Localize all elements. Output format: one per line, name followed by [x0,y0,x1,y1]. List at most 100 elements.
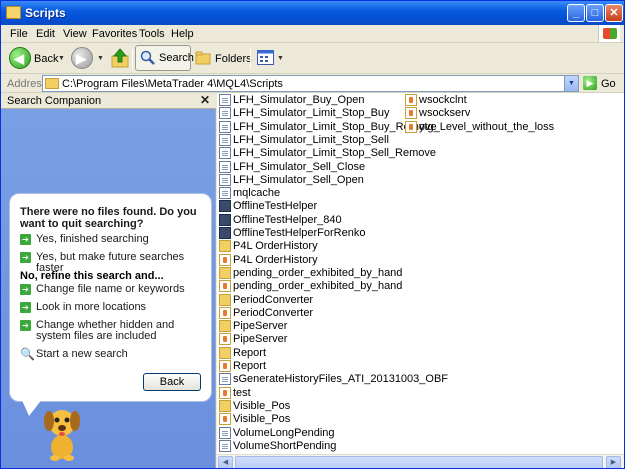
mq4-icon [219,386,231,399]
file-name: VolumeShortPending [233,439,337,452]
menu-help[interactable]: Help [171,28,194,40]
file-name: pending_order_exhibited_by_hand [233,280,403,293]
mq4-icon [405,107,417,120]
scroll-right-button[interactable]: ▶ [606,456,621,468]
views-button[interactable]: ▼ [257,47,285,71]
menu-tools[interactable]: Tools [139,28,165,40]
arrow-right-icon: ➔ [20,284,31,295]
doc-icon [219,373,231,386]
no-files-message: There were no files found. Do you want t… [20,206,197,230]
exe-icon [219,227,231,239]
pane-header: Search Companion ✕ [1,93,216,109]
toolbar-separator [132,49,133,69]
mq4-icon [405,94,417,106]
doc-icon [219,426,231,439]
exe-icon [219,200,231,213]
address-path: C:\Program Files\MetaTrader 4\MQL4\Scrip… [62,78,283,90]
pane-title: Search Companion [7,95,102,107]
back-button[interactable]: ◀ Back ▼ [9,47,67,71]
scroll-left-button[interactable]: ◀ [218,456,233,468]
scroll-thumb[interactable] [235,456,603,468]
file-name: Visible_Pos [233,399,291,412]
search-result-bubble: There were no files found. Do you want t… [9,193,212,402]
up-folder-icon [111,48,129,68]
mq4-icon [219,333,231,346]
doc-icon [219,160,231,173]
mq4-icon [219,253,231,266]
window-title: Scripts [25,6,66,20]
exe-icon [219,213,231,226]
doc-icon [219,439,231,452]
file-name: LFH_Simulator_Limit_Stop_Buy [233,107,390,120]
close-icon[interactable]: ✕ [200,93,210,107]
doc-icon [219,187,231,200]
file-name: OfflineTestHelper [233,200,318,213]
chevron-down-icon[interactable]: ▼ [277,55,284,62]
file-name: PipeServer [233,320,288,333]
chevron-down-icon[interactable]: ▼ [97,55,104,62]
file-name: test [233,386,251,399]
horizontal-scrollbar[interactable]: ◀ ▶ [217,454,624,468]
address-dropdown-button[interactable]: ▼ [564,76,578,91]
close-button[interactable]: ✕ [605,4,623,22]
magnifier-icon [140,50,155,65]
arrow-right-icon: ➔ [20,252,31,263]
file-name: wsockserv [419,107,471,120]
doc-icon [219,120,231,133]
file-name: LFH_Simulator_Limit_Stop_Sell [233,133,389,146]
mq4-icon [219,413,231,426]
search-label: Search [159,52,194,64]
file-name: P4L OrderHistory [233,240,318,253]
folder-icon [219,320,231,333]
address-bar: Address C:\Program Files\MetaTrader 4\MQ… [1,74,624,93]
file-name: VolumeLongPending [233,426,335,439]
title-bar[interactable]: Scripts _ □ ✕ [1,1,624,25]
folders-label: Folders [215,53,252,65]
windows-flag-icon [603,28,617,39]
maximize-button[interactable]: □ [586,4,604,22]
folders-button[interactable]: Folders [195,47,252,71]
address-input[interactable]: C:\Program Files\MetaTrader 4\MQL4\Scrip… [42,75,579,92]
menu-file[interactable]: File [10,28,28,40]
back-arrow-icon: ◀ [9,47,31,69]
doc-icon [219,94,231,106]
menu-view[interactable]: View [63,28,87,40]
folder-icon [219,346,231,359]
search-companion-pane: Search Companion ✕ There were no files f… [1,93,216,468]
file-name: LFH_Simulator_Buy_Open [233,94,365,106]
forward-arrow-icon: ▶ [71,47,93,69]
toolbar: ◀ Back ▼ ▶ ▼ Search Folders ▼ [1,44,624,74]
go-button[interactable]: Go [601,78,616,90]
doc-icon [219,173,231,186]
minimize-button[interactable]: _ [567,4,585,22]
mq4-icon [219,280,231,293]
forward-button[interactable]: ▶ ▼ [71,47,105,71]
file-name: P4L OrderHistory [233,253,318,266]
refine-heading: No, refine this search and... [20,270,164,282]
file-name: ytg_Level_without_the_loss [419,120,555,133]
mq4-icon [405,120,417,133]
file-name: LFH_Simulator_Sell_Open [233,173,364,186]
go-arrow-icon[interactable]: ▶ [583,76,597,90]
option-label: Yes, finished searching [36,233,149,245]
menu-bar: File Edit View Favorites Tools Help [1,25,624,43]
file-name: PipeServer [233,333,288,346]
arrow-right-icon: ➔ [20,234,31,245]
folder-icon [45,78,59,89]
chevron-down-icon[interactable]: ▼ [58,55,65,62]
file-name: PeriodConverter [233,293,314,306]
magnifier-icon: 🔍 [20,347,35,361]
file-list: LFH_Simulator_Buy_Open LFH_Simulator_Limi… [217,93,624,468]
companion-back-button[interactable]: Back [143,373,201,391]
folder-icon [219,399,231,412]
menu-edit[interactable]: Edit [36,28,55,40]
folder-icon [6,6,21,19]
menu-favorites[interactable]: Favorites [92,28,137,40]
toolbar-separator [250,49,251,69]
search-button[interactable]: Search [135,45,194,71]
file-name: mqlcache [233,187,281,200]
folder-icon [219,240,231,253]
file-name: Visible_Pos [233,413,291,426]
up-folder-button[interactable] [111,47,129,71]
explorer-window: Scripts _ □ ✕ File Edit View Favorites T… [0,0,625,469]
